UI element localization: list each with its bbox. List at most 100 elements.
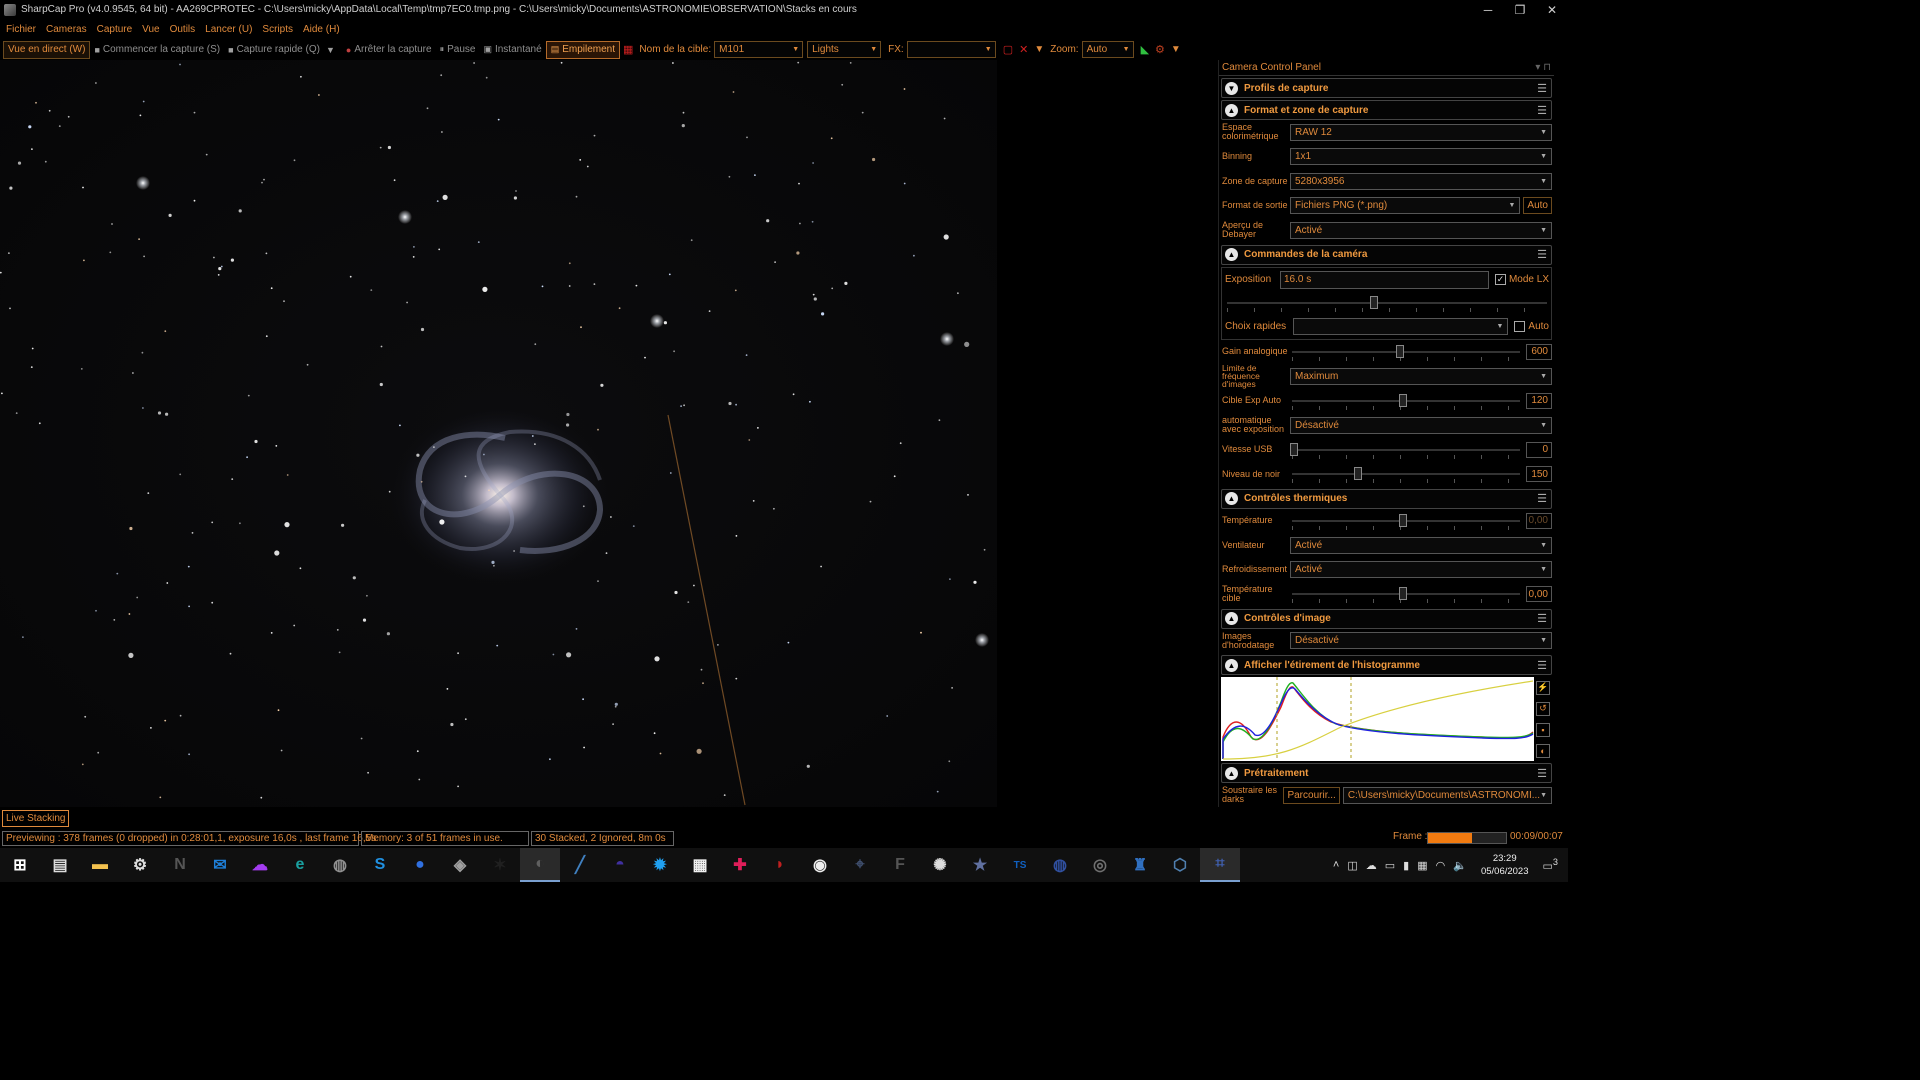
chevron-up-icon[interactable]: ▲	[1225, 766, 1238, 780]
chevron-up-icon[interactable]: ▲	[1225, 612, 1238, 625]
slider-thumb[interactable]	[1399, 587, 1407, 601]
monitor-icon[interactable]: ▭	[1385, 859, 1395, 872]
output-auto-button[interactable]: Auto	[1523, 197, 1552, 215]
fan-combo[interactable]: Activé ▼	[1290, 536, 1552, 554]
chevron-up-icon[interactable]: ▲	[1225, 248, 1238, 261]
app-star-icon[interactable]: ✹	[640, 848, 680, 882]
app-globe-icon[interactable]: ◍	[320, 848, 360, 882]
hamburger-icon[interactable]: ☰	[1537, 659, 1547, 672]
hamburger-icon[interactable]: ☰	[1537, 612, 1547, 625]
app-cam-icon[interactable]: ◎	[1080, 848, 1120, 882]
hamburger-icon[interactable]: ☰	[1537, 492, 1547, 505]
app-pixinsight-icon[interactable]: ✶	[480, 848, 520, 882]
clock[interactable]: 23:29 05/06/2023	[1481, 852, 1529, 878]
chevron-up-icon[interactable]: ▲	[1225, 492, 1238, 505]
section-camera[interactable]: ▲ Commandes de la caméra ☰	[1221, 244, 1552, 265]
app-grid-icon[interactable]: ⌗	[1200, 848, 1240, 882]
gain-slider[interactable]	[1290, 343, 1522, 361]
mail-icon[interactable]: ✉	[200, 848, 240, 882]
task-view-icon[interactable]: ▤	[40, 848, 80, 882]
app-star2-icon[interactable]: ★	[960, 848, 1000, 882]
menu-capture[interactable]: Capture	[93, 24, 137, 35]
menu-file[interactable]: Fichier	[2, 24, 40, 35]
exposure-input[interactable]: 16.0 s	[1280, 270, 1489, 289]
app-stellarium-icon[interactable]: ◓	[600, 848, 640, 882]
menu-tools[interactable]: Outils	[166, 24, 200, 35]
usb-speed-slider[interactable]	[1290, 441, 1522, 459]
cloud-icon[interactable]: ☁	[1366, 859, 1377, 872]
app-phd-icon[interactable]: ⌖	[840, 848, 880, 882]
lightning-icon[interactable]: ⚡	[1536, 680, 1550, 695]
app-obs-icon[interactable]: ◉	[800, 848, 840, 882]
app-nasa-icon[interactable]: ◍	[1040, 848, 1080, 882]
hamburger-icon[interactable]: ☰	[1537, 104, 1547, 117]
settings-icon[interactable]: ⚙	[120, 848, 160, 882]
menu-cameras[interactable]: Cameras	[42, 24, 91, 35]
quick-choice-combo[interactable]: ▼	[1293, 317, 1509, 335]
menu-view[interactable]: Vue	[138, 24, 163, 35]
quick-auto-checkbox[interactable]: Auto	[1514, 320, 1549, 332]
app-f-icon[interactable]: F	[880, 848, 920, 882]
contrast-icon[interactable]: ◐	[1536, 743, 1550, 758]
hamburger-icon[interactable]: ☰	[1537, 82, 1547, 95]
fx-combo[interactable]: ▼	[906, 41, 996, 58]
battery-icon[interactable]: ▮	[1403, 859, 1409, 872]
chevron-up-icon[interactable]: ▲	[1225, 103, 1238, 117]
stop-capture-button[interactable]: ● Arrêter la capture	[342, 41, 436, 59]
tools-chevron-icon[interactable]: ▼	[1168, 44, 1184, 55]
quick-capture-button[interactable]: ■ Capture rapide (Q) ▼	[224, 41, 342, 59]
autoexp-target-slider[interactable]	[1290, 392, 1522, 410]
target-temp-slider[interactable]	[1290, 585, 1522, 604]
app-layout-icon[interactable]: ▦	[680, 848, 720, 882]
wifi-icon[interactable]: ◠	[1436, 859, 1446, 872]
hamburger-icon[interactable]: ☰	[1537, 248, 1547, 261]
section-thermal[interactable]: ▲ Contrôles thermiques ☰	[1221, 488, 1552, 509]
app-chart-icon[interactable]: ╱	[560, 848, 600, 882]
windows-start-icon[interactable]: ⊞	[0, 848, 40, 882]
debayer-combo[interactable]: Activé ▼	[1290, 221, 1552, 239]
section-format[interactable]: ▲ Format et zone de capture ☰	[1221, 100, 1552, 120]
cooling-combo[interactable]: Activé ▼	[1290, 561, 1552, 579]
sharpcap-icon[interactable]: ◐	[520, 848, 560, 882]
app-db-icon[interactable]: ◈	[440, 848, 480, 882]
app-siril-icon[interactable]: ✺	[920, 848, 960, 882]
autoexp-target-value[interactable]: 120	[1526, 392, 1552, 409]
slider-thumb[interactable]	[1370, 296, 1378, 309]
output-format-combo[interactable]: Fichiers PNG (*.png) ▼	[1290, 197, 1521, 215]
chevron-up-icon[interactable]: ˄	[1333, 859, 1339, 871]
dark-path-combo[interactable]: C:\Users\micky\Documents\ASTRONOMI... ▼	[1342, 786, 1552, 804]
hamburger-icon[interactable]: ☰	[1537, 767, 1547, 780]
lx-mode-checkbox[interactable]: ✓ Mode LX	[1494, 274, 1549, 286]
minimize-button[interactable]: ─	[1472, 3, 1504, 17]
crosshair-chevron-icon[interactable]: ▼	[1031, 44, 1047, 55]
frame-type-combo[interactable]: Lights ▼	[807, 41, 882, 58]
slider-thumb[interactable]	[1399, 393, 1407, 407]
gain-value[interactable]: 600	[1526, 343, 1552, 360]
messenger-icon[interactable]: ☁	[240, 848, 280, 882]
app-ts-icon[interactable]: TS	[1000, 848, 1040, 882]
notification-icon[interactable]: ▭3	[1543, 857, 1559, 873]
live-view-button[interactable]: Vue en direct (W)	[3, 40, 91, 59]
app-red-icon[interactable]: ◗	[760, 848, 800, 882]
target-temp-value[interactable]: 0,00	[1526, 586, 1552, 603]
black-level-value[interactable]: 150	[1526, 466, 1552, 483]
network-icon[interactable]: ▦	[1417, 859, 1427, 872]
chevron-up-icon[interactable]: ▲	[1225, 658, 1238, 672]
settings-icon[interactable]: ⚙	[1152, 43, 1168, 56]
file-explorer-icon[interactable]: ▬	[80, 848, 120, 882]
section-profiles[interactable]: ▼ Profils de capture ☰	[1221, 78, 1552, 98]
timestamp-combo[interactable]: Désactivé ▼	[1290, 632, 1552, 650]
selection-rect-icon[interactable]: ▢	[1000, 43, 1016, 56]
nina-icon[interactable]: N	[160, 848, 200, 882]
app-blue-circle-icon[interactable]: ●	[400, 848, 440, 882]
live-stacking-tab[interactable]: Live Stacking	[2, 810, 70, 827]
chevron-down-icon[interactable]: ▼	[1225, 81, 1238, 95]
save-icon[interactable]: ▪	[1536, 722, 1550, 737]
target-name-combo[interactable]: M101 ▼	[714, 41, 804, 58]
maximize-button[interactable]: ❐	[1504, 3, 1536, 17]
black-level-slider[interactable]	[1290, 465, 1522, 484]
pause-button[interactable]: ⏸ Pause	[436, 41, 480, 59]
close-button[interactable]: ✕	[1536, 3, 1568, 17]
pin-icon[interactable]: ▾ ⊓	[1535, 62, 1551, 73]
volume-icon[interactable]: 🔈	[1453, 859, 1467, 872]
